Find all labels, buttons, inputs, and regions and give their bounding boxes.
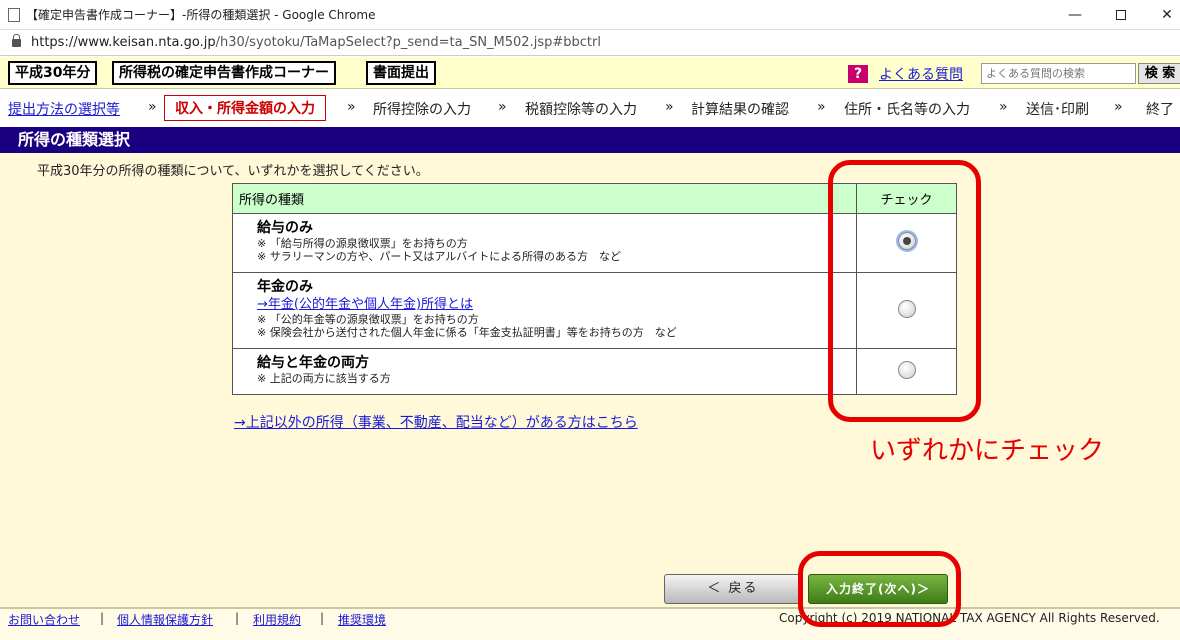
step-address-input: 住所・氏名等の入力 <box>844 102 970 118</box>
minimize-icon[interactable]: — <box>1052 0 1098 30</box>
annotation-next-highlight <box>798 551 961 627</box>
maximize-icon[interactable] <box>1098 0 1144 30</box>
option-title: 給与のみ <box>257 220 313 236</box>
address-bar[interactable]: https://www.keisan.nta.go.jp/h30/syotoku… <box>0 30 1180 56</box>
option-title: 給与と年金の両方 <box>257 355 369 371</box>
faq-link[interactable]: よくある質問 <box>879 64 963 84</box>
column-income-type: 所得の種類 <box>232 183 857 214</box>
step-separator: » <box>817 99 826 115</box>
footer-separator: | <box>235 611 240 625</box>
annotation-check-highlight <box>828 160 981 422</box>
lock-icon <box>12 33 21 47</box>
annotation-text: いずれかにチェック <box>870 436 1105 466</box>
footer: お問い合わせ | 個人情報保護方針 | 利用規約 | 推奨環境 Copyrigh… <box>0 607 1180 640</box>
section-title: 所得の種類選択 <box>0 127 1180 153</box>
close-icon[interactable]: ✕ <box>1144 0 1180 30</box>
url-text[interactable]: https://www.keisan.nta.go.jp/h30/syotoku… <box>31 35 601 50</box>
step-result-check: 計算結果の確認 <box>691 102 789 118</box>
option-note: ※ 「給与所得の源泉徴収票」をお持ちの方 <box>257 237 468 250</box>
step-separator: » <box>999 99 1008 115</box>
step-separator: » <box>498 99 507 115</box>
step-separator: » <box>1114 99 1123 115</box>
option-title: 年金のみ <box>257 279 313 295</box>
step-finish: 終了 <box>1146 102 1174 118</box>
step-submission-method[interactable]: 提出方法の選択等 <box>8 99 120 119</box>
window-title: 【確定申告書作成コーナー】-所得の種類選択 - Google Chrome <box>26 8 376 22</box>
income-option-pension: 年金のみ →年金(公的年金や個人年金)所得とは ※ 「公的年金等の源泉徴収票」を… <box>232 272 857 349</box>
page-icon <box>8 7 20 22</box>
footer-separator: | <box>100 611 105 625</box>
help-icon[interactable]: ? <box>848 65 868 83</box>
step-separator: » <box>347 99 356 115</box>
other-income-link[interactable]: →上記以外の所得（事業、不動産、配当など）がある方はこちら <box>234 412 638 432</box>
faq-search-input[interactable] <box>981 63 1136 84</box>
step-income-input: 収入・所得金額の入力 <box>164 95 326 121</box>
footer-link-privacy[interactable]: 個人情報保護方針 <box>117 611 213 628</box>
option-note: ※ サラリーマンの方や、パート又はアルバイトによる所得のある方 など <box>257 250 621 263</box>
year-tag: 平成30年分 <box>8 61 98 85</box>
income-option-salary: 給与のみ ※ 「給与所得の源泉徴収票」をお持ちの方 ※ サラリーマンの方や、パー… <box>232 213 857 273</box>
pension-info-link[interactable]: →年金(公的年金や個人年金)所得とは <box>257 296 846 313</box>
footer-link-terms[interactable]: 利用規約 <box>253 611 301 628</box>
option-note: ※ 「公的年金等の源泉徴収票」をお持ちの方 <box>257 313 479 326</box>
back-button[interactable]: ＜ 戻る <box>664 574 802 604</box>
footer-separator: | <box>320 611 325 625</box>
browser-title-bar: 【確定申告書作成コーナー】-所得の種類選択 - Google Chrome — … <box>0 0 1180 30</box>
footer-link-contact[interactable]: お問い合わせ <box>8 611 80 628</box>
step-separator: » <box>665 99 674 115</box>
step-tax-credit-input: 税額控除等の入力 <box>525 102 637 118</box>
step-separator: » <box>148 99 157 115</box>
instruction-text: 平成30年分の所得の種類について、いずれかを選択してください。 <box>37 164 429 179</box>
step-deduction-input: 所得控除の入力 <box>373 102 471 118</box>
income-option-both: 給与と年金の両方 ※ 上記の両方に該当する方 <box>232 348 857 395</box>
step-navigation: 提出方法の選択等 » 収入・所得金額の入力 » 所得控除の入力 » 税額控除等の… <box>0 90 1180 126</box>
main-content: 平成30年分の所得の種類について、いずれかを選択してください。 所得の種類 チェ… <box>0 153 1180 607</box>
search-button[interactable]: 検 索 <box>1138 63 1180 84</box>
corner-tag: 所得税の確定申告書作成コーナー <box>112 61 336 85</box>
footer-link-environment[interactable]: 推奨環境 <box>338 611 386 628</box>
option-note: ※ 保険会社から送付された個人年金に係る「年金支払証明書」等をお持ちの方 など <box>257 326 677 339</box>
option-note: ※ 上記の両方に該当する方 <box>257 372 391 385</box>
submit-method-tag: 書面提出 <box>366 61 436 85</box>
step-send-print: 送信･印刷 <box>1026 102 1089 118</box>
